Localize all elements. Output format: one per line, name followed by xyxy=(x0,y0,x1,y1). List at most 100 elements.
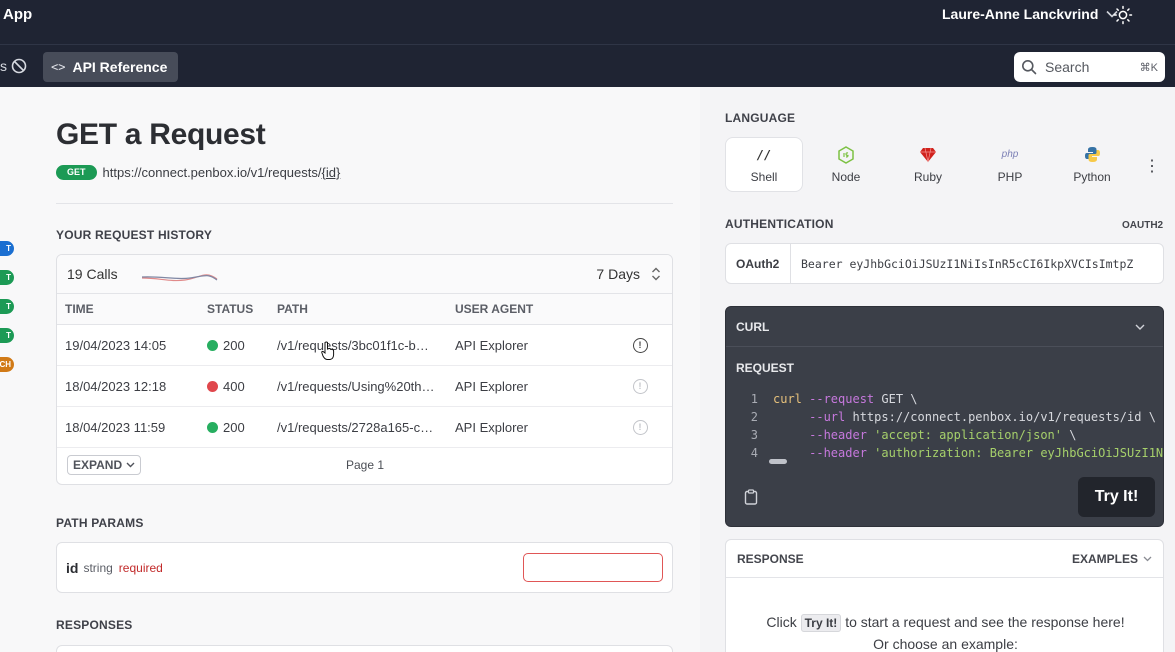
more-languages-icon[interactable]: ⋮ xyxy=(1144,156,1160,176)
row-info[interactable]: ! xyxy=(625,419,655,435)
page-title: GET a Request xyxy=(56,118,266,151)
code-token: \ xyxy=(1062,428,1077,442)
nav-bar: s <> API Reference Search ⌘K xyxy=(0,45,1175,87)
msg-line2: Or choose an example: xyxy=(873,636,1018,652)
top-bar: App Laure-Anne Lanckvrind xyxy=(0,0,1175,45)
line-number: 1 xyxy=(750,392,758,406)
code-token: curl xyxy=(773,392,810,406)
history-summary: 19 Calls 7 Days xyxy=(57,255,672,294)
col-path: PATH xyxy=(277,302,308,316)
param-type: string xyxy=(83,560,113,575)
api-reference-label: API Reference xyxy=(72,59,168,75)
status-dot xyxy=(207,380,218,392)
path-param-row: id string required xyxy=(56,542,673,593)
method-chip[interactable]: T xyxy=(0,270,14,285)
method-chip[interactable]: T xyxy=(0,241,14,256)
authentication-heading: AUTHENTICATION xyxy=(725,217,834,231)
col-status: STATUS xyxy=(207,302,254,316)
language-tab-node[interactable]: Node xyxy=(807,137,885,192)
language-tab-shell[interactable]: // Shell xyxy=(725,137,803,192)
table-row[interactable]: 18/04/2023 11:59 200/v1/requests/2728a165… xyxy=(57,407,672,448)
auth-token-input[interactable]: Bearer eyJhbGciOiJSUzI1NiIsInR5cCI6IkpXV… xyxy=(791,257,1133,271)
try-it-button[interactable]: Try It! xyxy=(1078,477,1155,517)
info-icon[interactable]: ! xyxy=(632,378,648,394)
code-scrollbar[interactable] xyxy=(769,459,787,464)
method-chip[interactable]: CH xyxy=(0,357,14,372)
col-time: TIME xyxy=(65,302,94,316)
api-reference-tab[interactable]: <> API Reference xyxy=(43,52,178,82)
code-token: GET \ xyxy=(881,392,918,406)
code-lines: 1 curl --request GET \ 2 --url https://con… xyxy=(726,390,1164,462)
language-tab-php[interactable]: php PHP xyxy=(971,137,1049,192)
search-input[interactable]: Search ⌘K xyxy=(1014,52,1165,82)
expand-button[interactable]: EXPAND xyxy=(67,455,142,475)
col-user-agent: USER AGENT xyxy=(455,302,534,316)
language-tab-ruby[interactable]: Ruby xyxy=(889,137,967,192)
line-number: 4 xyxy=(750,446,758,460)
python-icon xyxy=(1083,146,1101,164)
auth-field[interactable]: OAuth2 Bearer eyJhbGciOiJSUzI1NiIsInR5cC… xyxy=(725,243,1164,284)
page-indicator: Page 1 xyxy=(346,458,385,472)
code-token: --request xyxy=(809,392,882,406)
code-token: --header xyxy=(809,446,875,460)
sparkline-chart xyxy=(141,274,217,282)
examples-dropdown[interactable]: EXAMPLES xyxy=(1072,552,1152,566)
responses-heading: RESPONSES xyxy=(56,618,133,632)
language-heading: LANGUAGE xyxy=(725,111,796,125)
info-icon[interactable]: ! xyxy=(632,419,648,435)
code-token: 'accept: application/json' xyxy=(874,428,1062,442)
row-time: 18/04/2023 11:59 xyxy=(65,419,166,435)
examples-label: EXAMPLES xyxy=(1071,551,1138,566)
auth-type-tag: OAUTH2 xyxy=(1122,220,1164,231)
code-token: --header xyxy=(809,428,875,442)
search-shortcut: ⌘K xyxy=(1139,61,1158,74)
language-label: Ruby xyxy=(913,169,942,184)
method-chip[interactable]: T xyxy=(0,328,14,343)
user-menu[interactable]: Laure-Anne Lanckvrind xyxy=(942,6,1118,22)
row-info[interactable]: ! xyxy=(625,378,655,394)
row-status: 200 xyxy=(207,338,277,353)
line-number: 3 xyxy=(750,428,758,442)
method-badge: GET xyxy=(56,165,97,180)
php-icon: php xyxy=(1001,149,1019,160)
clipboard-icon[interactable] xyxy=(744,489,758,505)
theme-toggle-sun-icon[interactable] xyxy=(1113,5,1133,25)
calls-count: 19 Calls xyxy=(67,266,118,282)
code-line: 4 --header 'authorization: Bearer eyJhbG… xyxy=(726,444,1164,462)
table-row[interactable]: 18/04/2023 12:18 400/v1/requests/Using%20… xyxy=(57,366,672,407)
row-time: 18/04/2023 12:18 xyxy=(65,378,167,394)
divider xyxy=(56,203,673,204)
language-label: Shell xyxy=(750,169,778,184)
response-empty-message: Click Try It! to start a request and see… xyxy=(726,612,1165,652)
status-code: 200 xyxy=(223,337,245,353)
row-status: 400 xyxy=(207,379,277,394)
eye-off-icon xyxy=(11,58,27,74)
row-info[interactable]: ! xyxy=(625,337,655,353)
curl-header[interactable]: CURL xyxy=(726,307,1163,347)
row-status: 200 xyxy=(207,420,277,435)
response-header: RESPONSE EXAMPLES xyxy=(726,540,1163,578)
request-label: REQUEST xyxy=(736,361,795,375)
hand-cursor-icon xyxy=(321,341,335,360)
method-chip[interactable]: T xyxy=(0,299,14,314)
selector-updown-icon[interactable] xyxy=(650,266,662,282)
msg-after: to start a request and see the response … xyxy=(845,614,1125,630)
code-token: 'authorization: Bearer eyJhbGciOiJSUzI1N… xyxy=(874,446,1164,460)
language-tab-python[interactable]: Python xyxy=(1053,137,1131,192)
msg-before: Click xyxy=(766,614,797,630)
code-token: https://connect.penbox.io/v1/requests/id… xyxy=(852,410,1156,424)
table-row[interactable]: 19/04/2023 14:05 200/v1/requests/3bc01f1c… xyxy=(57,325,672,366)
url-param[interactable]: {id} xyxy=(321,165,340,180)
id-param-input[interactable] xyxy=(523,553,663,582)
app-label: App xyxy=(3,6,33,23)
row-time: 19/04/2023 14:05 xyxy=(65,337,167,353)
nav-item-truncated[interactable]: s xyxy=(0,58,7,74)
expand-label: EXPAND xyxy=(73,458,123,472)
language-tabs: // Shell Node Ruby php PHP Python xyxy=(725,137,1135,192)
range-select[interactable]: 7 Days xyxy=(596,266,640,282)
node-icon xyxy=(837,145,855,164)
search-placeholder: Search xyxy=(1045,59,1090,75)
info-icon[interactable]: ! xyxy=(632,337,648,353)
